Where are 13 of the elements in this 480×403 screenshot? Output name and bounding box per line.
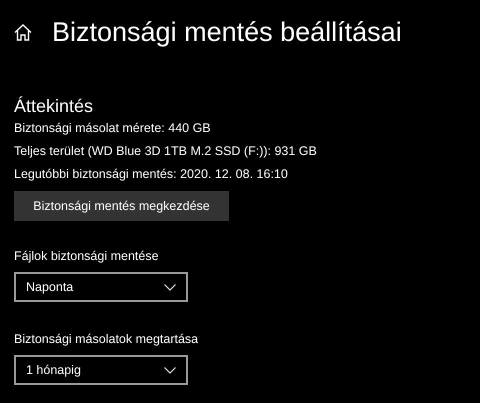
section-heading: Áttekintés: [14, 96, 94, 117]
page-title: Biztonsági mentés beállításai: [52, 16, 402, 48]
chevron-down-icon: [164, 284, 176, 290]
chevron-down-icon: [164, 366, 176, 374]
info-text: Biztonsági másolat mérete: 440 GB: [14, 121, 212, 135]
start-backup-button[interactable]: Biztonsági mentés megkezdése: [14, 191, 229, 221]
dropdown[interactable]: 1 hónapig: [14, 355, 188, 385]
home-icon[interactable]: [14, 24, 32, 40]
dropdown[interactable]: Naponta: [14, 272, 188, 302]
setting-label: Biztonsági másolatok megtartása: [14, 332, 200, 346]
info-text: Legutóbbi biztonsági mentés: 2020. 12. 08. 16:10: [14, 167, 289, 181]
setting-label: Fájlok biztonsági mentése: [14, 249, 160, 263]
info-text: Teljes terület (WD Blue 3D 1TB M.2 SSD (F:)): 931 GB: [14, 144, 318, 158]
